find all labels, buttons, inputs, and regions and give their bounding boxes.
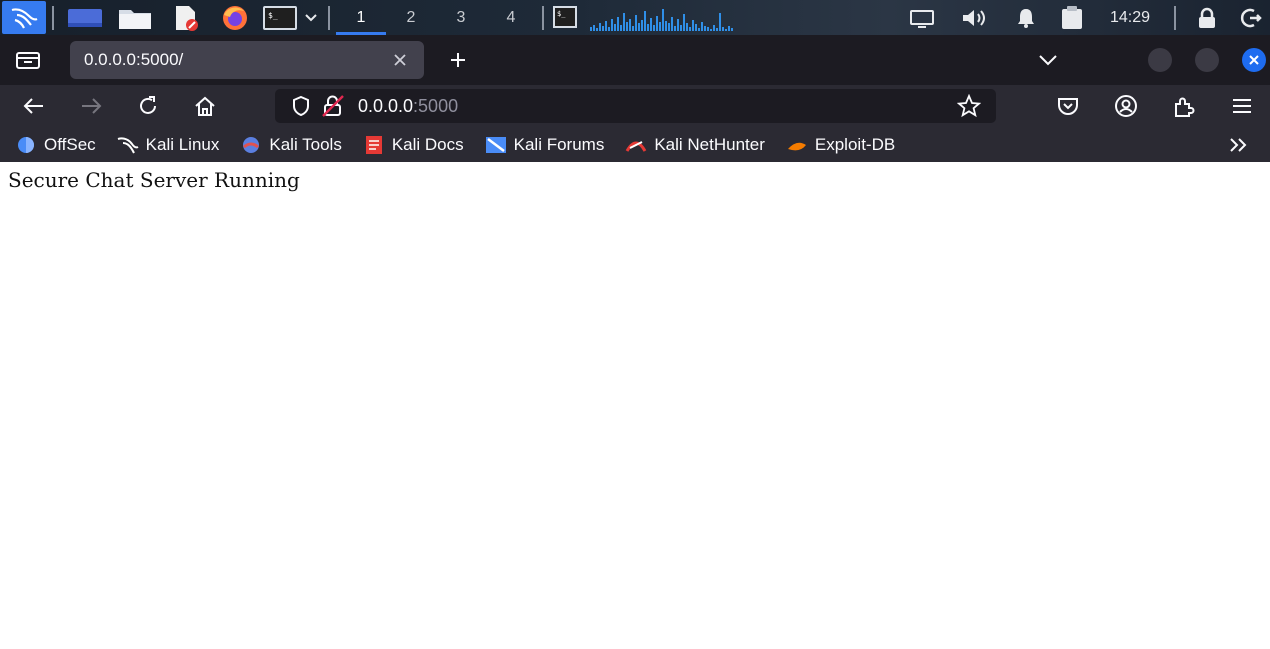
logout-icon[interactable] — [1232, 0, 1270, 35]
insecure-lock-icon[interactable] — [318, 91, 348, 121]
exploitdb-icon — [785, 135, 809, 155]
file-manager-icon[interactable] — [110, 0, 160, 35]
url-port: :5000 — [413, 95, 459, 116]
workspace-1[interactable]: 1 — [336, 0, 386, 35]
shield-icon[interactable] — [286, 91, 316, 121]
svg-text:$_: $_ — [557, 10, 566, 18]
maximize-button[interactable] — [1195, 48, 1219, 72]
bookmark-kali-linux[interactable]: Kali Linux — [116, 130, 220, 160]
navigation-toolbar: 0.0.0.0:5000 — [0, 85, 1270, 127]
bookmark-label: Kali Linux — [145, 134, 220, 154]
kali-docs-icon — [362, 135, 386, 155]
tab-strip: 0.0.0.0:5000/ — [0, 35, 1270, 85]
bookmark-label: Exploit-DB — [814, 134, 896, 154]
firefox-view-icon[interactable] — [0, 35, 56, 85]
terminal-window-icon[interactable]: $_ — [550, 0, 584, 35]
panel-separator — [52, 5, 54, 30]
terminal-icon[interactable]: $_ — [260, 0, 300, 35]
svg-text:$_: $_ — [268, 11, 278, 20]
url-host: 0.0.0.0 — [358, 95, 414, 116]
bookmark-kali-tools[interactable]: Kali Tools — [239, 130, 342, 160]
bookmark-offsec[interactable]: OffSec — [14, 130, 96, 160]
page-body-text: Secure Chat Server Running — [8, 168, 300, 192]
minimize-button[interactable] — [1148, 48, 1172, 72]
workspace-4[interactable]: 4 — [486, 0, 536, 35]
back-arrow-icon[interactable] — [12, 89, 56, 123]
pocket-icon[interactable] — [1046, 89, 1090, 123]
workspace-3[interactable]: 3 — [436, 0, 486, 35]
workspace-2[interactable]: 2 — [386, 0, 436, 35]
bookmarks-toolbar: OffSec Kali Linux Kali Tools Kali Docs K… — [0, 127, 1270, 162]
page-content: Secure Chat Server Running — [0, 162, 1270, 649]
extensions-icon[interactable] — [1162, 89, 1206, 123]
bell-icon[interactable] — [1000, 0, 1052, 35]
account-icon[interactable] — [1104, 89, 1148, 123]
bookmark-label: Kali Forums — [513, 134, 605, 154]
lock-icon[interactable] — [1182, 0, 1232, 35]
firefox-icon[interactable] — [210, 0, 260, 35]
reload-icon[interactable] — [126, 89, 170, 123]
volume-icon[interactable] — [948, 0, 1000, 35]
panel-separator — [542, 5, 544, 30]
tab-active[interactable]: 0.0.0.0:5000/ — [70, 41, 424, 79]
bookmark-kali-nethunter[interactable]: Kali NetHunter — [624, 130, 765, 160]
url-text[interactable]: 0.0.0.0:5000 — [358, 96, 952, 117]
dropdown-icon[interactable] — [300, 0, 322, 35]
bookmark-exploit-db[interactable]: Exploit-DB — [785, 130, 895, 160]
bookmark-label: Kali Tools — [269, 134, 342, 154]
nethunter-icon — [624, 135, 648, 155]
text-editor-icon[interactable] — [160, 0, 210, 35]
kali-forums-icon — [484, 135, 508, 155]
display-icon[interactable] — [896, 0, 948, 35]
chevron-down-icon[interactable] — [1028, 41, 1068, 79]
forward-arrow-icon[interactable] — [69, 89, 113, 123]
desktop-icon[interactable] — [60, 0, 110, 35]
chevron-double-right-icon[interactable] — [1224, 131, 1254, 159]
home-icon[interactable] — [183, 89, 227, 123]
kali-tools-icon — [239, 135, 263, 155]
bookmark-label: OffSec — [44, 134, 96, 154]
close-icon[interactable] — [390, 50, 410, 70]
panel-separator — [328, 5, 330, 30]
panel-separator — [1174, 5, 1176, 30]
url-bar[interactable]: 0.0.0.0:5000 — [275, 89, 996, 123]
bookmark-label: Kali NetHunter — [654, 134, 765, 154]
kali-dragon-icon — [116, 135, 140, 155]
bookmark-label: Kali Docs — [391, 134, 464, 154]
cpu-graph — [590, 5, 790, 31]
hamburger-menu-icon[interactable] — [1220, 89, 1264, 123]
clock[interactable]: 14:29 — [1092, 0, 1168, 35]
window-close-button[interactable] — [1242, 48, 1266, 72]
bookmark-kali-forums[interactable]: Kali Forums — [484, 130, 605, 160]
star-icon[interactable] — [952, 91, 986, 121]
new-tab-icon[interactable] — [436, 41, 480, 79]
desktop-panel: $_ 1 2 3 4 $_ 14:29 — [0, 0, 1270, 35]
tab-title: 0.0.0.0:5000/ — [84, 50, 184, 69]
kali-menu-icon[interactable] — [2, 1, 46, 34]
bookmark-kali-docs[interactable]: Kali Docs — [362, 130, 464, 160]
offsec-icon — [14, 135, 38, 155]
clipboard-icon[interactable] — [1052, 0, 1092, 35]
